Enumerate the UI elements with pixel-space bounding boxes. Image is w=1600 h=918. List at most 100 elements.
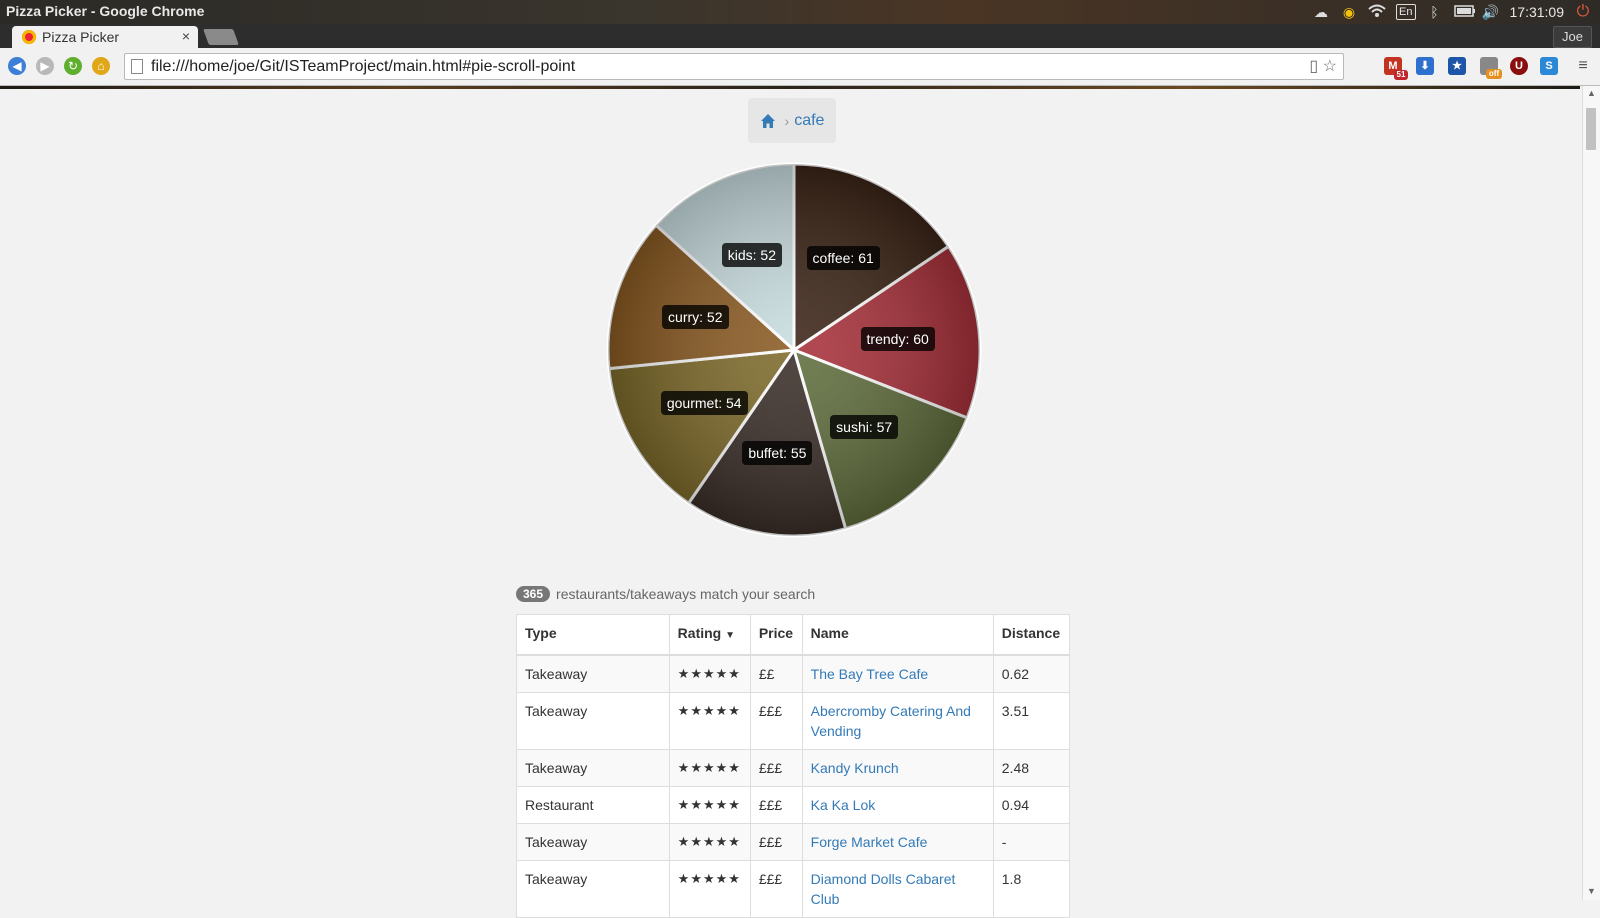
- cell-type: Takeaway: [516, 692, 670, 750]
- window-title: Pizza Picker - Google Chrome: [6, 3, 205, 19]
- cell-distance: 3.51: [992, 692, 1071, 750]
- keyboard-layout-indicator[interactable]: En: [1396, 4, 1416, 20]
- cell-type: Takeaway: [516, 749, 670, 787]
- table-row: Takeaway ★★★★★ £££ Diamond Dolls Cabaret Cl…: [516, 860, 1071, 918]
- address-bar[interactable]: file:///home/joe/Git/ISTeamProject/main.…: [124, 53, 1344, 80]
- page-icon: [131, 59, 143, 74]
- pie-slice-label[interactable]: gourmet: 54: [660, 391, 748, 416]
- chrome-icon[interactable]: ◉: [1340, 4, 1358, 20]
- pie-slice-label[interactable]: curry: 52: [662, 305, 729, 330]
- cell-type: Takeaway: [516, 860, 670, 918]
- reload-icon[interactable]: ↻: [64, 57, 82, 75]
- cell-name: Abercromby Catering And Vending: [801, 692, 994, 750]
- cell-name: Forge Market Cafe: [801, 823, 994, 861]
- close-tab-icon[interactable]: ×: [182, 28, 190, 44]
- results-count-badge: 365: [516, 586, 551, 602]
- cell-price: £££: [749, 823, 803, 861]
- cell-price: £££: [749, 860, 803, 918]
- s-extension-icon[interactable]: S: [1540, 57, 1558, 75]
- table-row: Takeaway ★★★★★ £££ Kandy Krunch 2.48: [516, 749, 1071, 787]
- tab-pizza-picker[interactable]: Pizza Picker ×: [12, 26, 198, 48]
- restaurant-link[interactable]: Kandy Krunch: [811, 760, 899, 776]
- cell-rating: ★★★★★: [668, 654, 751, 693]
- restaurant-link[interactable]: Abercromby Catering And Vending: [811, 703, 971, 739]
- cell-rating: ★★★★★: [668, 860, 751, 918]
- restaurant-link[interactable]: Ka Ka Lok: [811, 797, 876, 813]
- back-arrow-icon[interactable]: ◀: [8, 57, 26, 75]
- cell-rating: ★★★★★: [668, 749, 751, 787]
- breadcrumb-item-cafe[interactable]: cafe: [794, 112, 824, 130]
- results-summary: 365 restaurants/takeaways match your sea…: [516, 586, 815, 602]
- cell-rating: ★★★★★: [668, 786, 751, 824]
- header-distance[interactable]: Distance: [992, 614, 1071, 656]
- header-name[interactable]: Name: [801, 614, 994, 656]
- gmail-unread-badge: 51: [1394, 70, 1408, 80]
- cell-distance: 0.62: [992, 654, 1071, 693]
- scroll-down-arrow-icon[interactable]: ▼: [1587, 886, 1596, 896]
- clock[interactable]: 17:31:09: [1510, 4, 1565, 20]
- home-icon[interactable]: ⌂: [92, 57, 110, 75]
- volume-icon[interactable]: 🔊: [1482, 4, 1500, 20]
- pie-slice-label[interactable]: trendy: 60: [860, 326, 935, 351]
- cloud-icon[interactable]: ☁: [1312, 4, 1330, 20]
- cell-price: £££: [749, 692, 803, 750]
- wifi-icon[interactable]: [1368, 4, 1386, 20]
- forward-arrow-icon[interactable]: ▶: [36, 57, 54, 75]
- extension-off-badge: off: [1486, 69, 1502, 79]
- breadcrumb-separator: ›: [784, 112, 790, 129]
- sort-desc-icon: ▼: [725, 630, 736, 641]
- download-extension-icon[interactable]: ⬇: [1416, 57, 1434, 75]
- header-image-strip: [0, 86, 1580, 89]
- cell-type: Takeaway: [516, 654, 670, 693]
- bluetooth-icon[interactable]: ᛒ: [1426, 4, 1444, 20]
- browser-toolbar: ◀ ▶ ↻ ⌂ file:///home/joe/Git/ISTeamProje…: [0, 48, 1600, 86]
- restaurant-link[interactable]: Diamond Dolls Cabaret Club: [811, 871, 956, 907]
- table-row: Takeaway ★★★★★ £££ Abercromby Catering And …: [516, 692, 1071, 750]
- cell-type: Restaurant: [516, 786, 670, 824]
- cell-type: Takeaway: [516, 823, 670, 861]
- table-row: Takeaway ★★★★★ ££ The Bay Tree Cafe 0.62: [516, 654, 1071, 693]
- tab-strip: Pizza Picker × Joe: [0, 24, 1600, 48]
- menu-icon[interactable]: ≡: [1574, 57, 1592, 75]
- cell-rating: ★★★★★: [668, 823, 751, 861]
- ublock-extension-icon[interactable]: U: [1510, 57, 1528, 75]
- cell-name: Kandy Krunch: [801, 749, 994, 787]
- restaurant-link[interactable]: The Bay Tree Cafe: [811, 666, 929, 682]
- table-row: Restaurant ★★★★★ £££ Ka Ka Lok 0.94: [516, 786, 1071, 824]
- pie-slice-label[interactable]: sushi: 57: [830, 414, 899, 439]
- cell-price: £££: [749, 786, 803, 824]
- profile-button[interactable]: Joe: [1553, 26, 1592, 48]
- header-price[interactable]: Price: [749, 614, 803, 656]
- breadcrumb: › cafe: [748, 98, 836, 143]
- pie-slice-label[interactable]: kids: 52: [721, 242, 782, 267]
- bookmark-star-icon[interactable]: ▯ ☆: [1309, 54, 1337, 79]
- pizza-favicon-icon: [22, 30, 36, 44]
- url-text[interactable]: file:///home/joe/Git/ISTeamProject/main.…: [151, 54, 575, 79]
- scroll-thumb[interactable]: [1586, 108, 1596, 150]
- header-rating-label: Rating: [677, 625, 722, 641]
- restaurant-link[interactable]: Forge Market Cafe: [811, 834, 928, 850]
- cell-price: £££: [749, 749, 803, 787]
- cell-price: ££: [749, 654, 803, 693]
- page-scrollbar[interactable]: ▲ ▼: [1582, 86, 1600, 900]
- header-type[interactable]: Type: [516, 614, 670, 656]
- pie-slice-label[interactable]: buffet: 55: [742, 440, 813, 465]
- os-top-bar: Pizza Picker - Google Chrome ☁ ◉ En ᛒ 🔊 …: [0, 0, 1600, 24]
- pie-slice-label[interactable]: coffee: 61: [806, 246, 880, 271]
- results-table: Type Rating ▼ Price Name Distance Takeaw…: [516, 614, 1071, 918]
- system-tray: ☁ ◉ En ᛒ 🔊 17:31:09 ⏻: [1312, 0, 1592, 24]
- header-rating[interactable]: Rating ▼: [668, 614, 751, 656]
- cell-name: The Bay Tree Cafe: [801, 654, 994, 693]
- scroll-up-arrow-icon[interactable]: ▲: [1587, 88, 1596, 98]
- battery-icon[interactable]: [1453, 4, 1475, 20]
- cell-rating: ★★★★★: [668, 692, 751, 750]
- bookmark-extension-icon[interactable]: ★: [1448, 57, 1466, 75]
- results-summary-text: restaurants/takeaways match your search: [556, 586, 816, 602]
- cell-name: Ka Ka Lok: [801, 786, 994, 824]
- home-icon[interactable]: [760, 113, 776, 129]
- cell-name: Diamond Dolls Cabaret Club: [801, 860, 994, 918]
- new-tab-button[interactable]: [203, 29, 239, 45]
- cell-distance: 0.94: [992, 786, 1071, 824]
- table-header-row: Type Rating ▼ Price Name Distance: [516, 614, 1071, 656]
- power-icon[interactable]: ⏻: [1574, 4, 1592, 20]
